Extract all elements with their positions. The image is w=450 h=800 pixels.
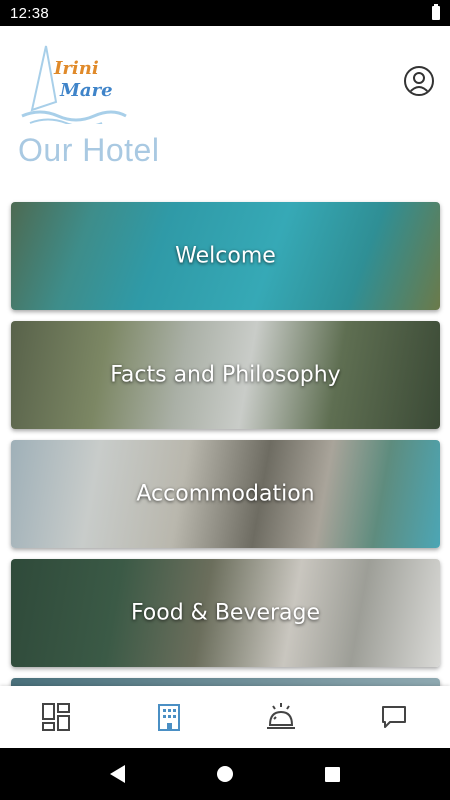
logo-text-mare: Mare [60,80,113,101]
header: Irini Mare Our Hotel [0,26,450,196]
nav-messages[interactable] [364,692,424,742]
card-facts-philosophy[interactable]: Facts and Philosophy [11,321,440,429]
home-icon[interactable] [217,766,233,782]
hotel-building-icon [157,704,180,731]
status-bar: 12:38 [0,0,450,26]
battery-icon [432,4,440,20]
hotel-logo[interactable]: Irini Mare [16,40,128,128]
dashboard-grid-icon [42,703,71,731]
status-time: 12:38 [10,4,50,22]
card-label: Welcome [175,243,276,269]
page-title: Our Hotel [18,132,160,168]
card-accommodation[interactable]: Accommodation [11,440,440,548]
reception-bell-icon [267,703,296,729]
card-food-beverage[interactable]: Food & Beverage [11,559,440,667]
profile-button[interactable] [404,66,434,96]
chat-bubble-icon [381,706,406,728]
back-icon[interactable] [110,765,125,783]
card-label: Facts and Philosophy [110,362,341,388]
card-label: Food & Beverage [130,600,321,626]
nav-services[interactable] [251,692,311,742]
recent-apps-icon[interactable] [325,766,340,782]
section-cards: Welcome Facts and Philosophy Accommodati… [11,202,440,709]
user-icon [408,72,430,94]
bottom-navigation [0,686,450,748]
nav-hotel[interactable] [139,692,199,742]
logo-text-irini: Irini [54,58,99,79]
card-welcome[interactable]: Welcome [11,202,440,310]
system-navigation-bar [0,748,450,800]
nav-dashboard[interactable] [26,692,86,742]
card-label: Accommodation [136,481,315,507]
